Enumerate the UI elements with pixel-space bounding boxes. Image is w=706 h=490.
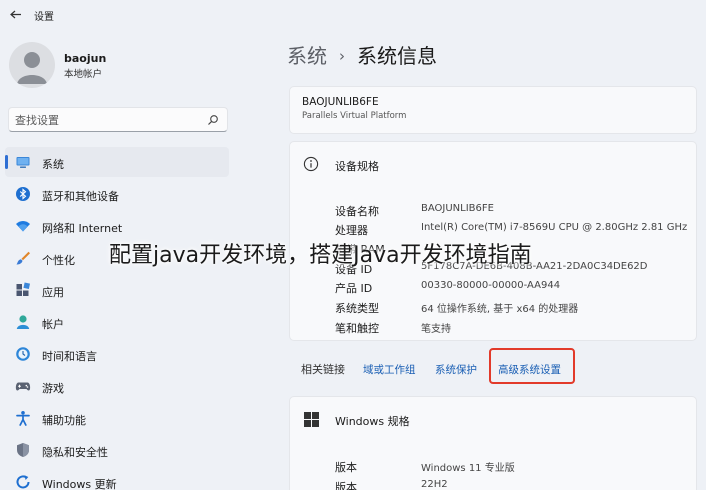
sidebar-item-label: 时间和语言 <box>42 350 97 363</box>
spec-label: 版本 <box>335 481 357 490</box>
search-box[interactable] <box>8 107 228 132</box>
monitor-icon <box>16 157 30 168</box>
spec-row: 产品 ID 00330-80000-00000-AA944 <box>335 278 695 296</box>
gamepad-icon <box>15 382 31 391</box>
spec-value: 笔支持 <box>421 324 451 335</box>
shield-icon <box>17 443 29 457</box>
spec-label: 系统类型 <box>335 302 379 315</box>
spec-value: BAOJUNLIB6FE <box>421 203 494 214</box>
sidebar-item-label: 游戏 <box>42 382 64 395</box>
sidebar-item-label: 辅助功能 <box>42 414 86 427</box>
user-name: baojun <box>64 52 107 65</box>
brush-icon <box>16 251 30 265</box>
sidebar-item-label: 隐私和安全性 <box>42 446 108 459</box>
apps-icon <box>16 282 31 296</box>
update-icon <box>16 475 30 489</box>
system-protection-link[interactable]: 系统保护 <box>435 362 477 377</box>
wifi-icon <box>16 221 30 232</box>
avatar[interactable] <box>9 42 55 88</box>
sidebar-item-privacy[interactable]: 隐私和安全性 <box>5 435 229 465</box>
accessibility-icon <box>16 411 30 426</box>
info-icon <box>303 156 319 172</box>
sidebar-item-system[interactable]: 系统 <box>5 147 229 177</box>
spec-label: 笔和触控 <box>335 322 379 335</box>
user-silhouette-icon <box>17 52 47 84</box>
spec-label: 产品 ID <box>335 282 373 295</box>
spec-value: Windows 11 专业版 <box>421 463 515 474</box>
advanced-system-settings-link[interactable]: 高级系统设置 <box>498 362 561 377</box>
section-title: Windows 规格 <box>335 415 410 428</box>
spec-row: 笔和触控 笔支持 <box>335 318 695 336</box>
breadcrumb-parent[interactable]: 系统 <box>287 44 327 68</box>
sidebar-item-label: 帐户 <box>42 318 64 331</box>
related-links: 相关链接 域或工作组 系统保护 高级系统设置 <box>289 342 697 392</box>
device-model: Parallels Virtual Platform <box>302 111 407 121</box>
section-title: 设备规格 <box>335 160 379 173</box>
sidebar-item-accounts[interactable]: 帐户 <box>5 307 229 337</box>
spec-label: 版本 <box>335 461 357 474</box>
spec-row: 版本 22H2 <box>335 477 695 490</box>
breadcrumb-separator: › <box>339 47 345 65</box>
account-type: 本地帐户 <box>64 69 103 80</box>
breadcrumb: 系统 › 系统信息 <box>287 40 437 69</box>
spec-row: 设备名称 BAOJUNLIB6FE <box>335 201 695 219</box>
device-name: BAOJUNLIB6FE <box>302 96 379 108</box>
sidebar-item-label: Windows 更新 <box>42 478 117 490</box>
windows-specs-card: Windows 规格 版本 Windows 11 专业版 版本 22H2 <box>289 396 697 490</box>
spec-value: 00330-80000-00000-AA944 <box>421 280 561 291</box>
spec-label: 设备名称 <box>335 205 379 218</box>
sidebar-item-apps[interactable]: 应用 <box>5 275 229 305</box>
sidebar-item-gaming[interactable]: 游戏 <box>5 371 229 401</box>
title-bar: 设置 <box>0 0 706 30</box>
overlay-caption: 配置java开发环境，搭建Java开发环境指南 <box>109 233 599 273</box>
window-title: 设置 <box>34 12 54 23</box>
spec-row: 版本 Windows 11 专业版 <box>335 457 695 475</box>
selection-indicator <box>5 155 8 169</box>
sidebar-item-label: 蓝牙和其他设备 <box>42 190 119 203</box>
spec-value: 22H2 <box>421 479 448 490</box>
spec-row: 系统类型 64 位操作系统, 基于 x64 的处理器 <box>335 298 695 316</box>
sidebar-item-windows-update[interactable]: Windows 更新 <box>5 467 229 490</box>
sidebar-item-time-language[interactable]: 时间和语言 <box>5 339 229 369</box>
clock-globe-icon <box>16 347 30 361</box>
bluetooth-icon <box>16 187 30 201</box>
sidebar-item-label: 个性化 <box>42 254 75 267</box>
sidebar-item-accessibility[interactable]: 辅助功能 <box>5 403 229 433</box>
search-icon[interactable] <box>207 114 219 126</box>
windows-logo-icon <box>304 412 319 427</box>
sidebar-item-bluetooth[interactable]: 蓝牙和其他设备 <box>5 179 229 209</box>
account-icon <box>16 315 30 329</box>
back-arrow-icon[interactable] <box>10 10 22 19</box>
spec-value: 64 位操作系统, 基于 x64 的处理器 <box>421 304 579 315</box>
sidebar-item-label: 系统 <box>42 158 64 171</box>
search-input[interactable] <box>15 112 205 128</box>
device-header-card: BAOJUNLIB6FE Parallels Virtual Platform <box>289 86 697 134</box>
page-title: 系统信息 <box>357 44 437 68</box>
spec-value: Intel(R) Core(TM) i7-8569U CPU @ 2.80GHz… <box>421 222 688 233</box>
overlay-caption-text: 配置java开发环境，搭建Java开发环境指南 <box>109 243 532 268</box>
related-links-label: 相关链接 <box>301 363 345 376</box>
domain-workgroup-link[interactable]: 域或工作组 <box>363 362 416 377</box>
sidebar-item-label: 应用 <box>42 286 64 299</box>
